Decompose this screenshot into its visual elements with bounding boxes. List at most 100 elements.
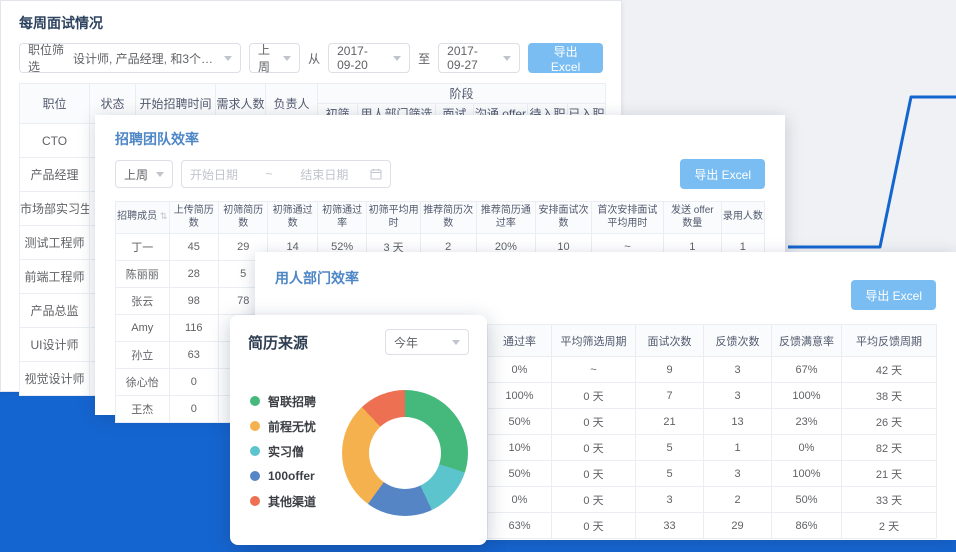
week-select-value: 上周 (258, 41, 275, 75)
end-date-value: 2017-09-27 (447, 44, 495, 72)
table-cell: 42 天 (842, 357, 937, 383)
chevron-down-icon (283, 56, 291, 61)
table-cell: 2 天 (842, 513, 937, 539)
table-cell: 5 (636, 461, 704, 487)
table-cell: 0 天 (552, 461, 636, 487)
year-select-value: 今年 (394, 334, 418, 351)
export-excel-button[interactable]: 导出 Excel (528, 43, 603, 73)
from-label: 从 (308, 50, 320, 67)
table-cell: 82 天 (842, 435, 937, 461)
sort-icon[interactable]: ⇅ (160, 211, 168, 221)
donut-chart (342, 390, 468, 516)
legend-item[interactable]: 实习僧 (250, 445, 316, 457)
legend-label: 前程无忧 (268, 418, 316, 435)
table-cell: 0 天 (552, 435, 636, 461)
legend-label: 实习僧 (268, 443, 304, 460)
column-header: 首次安排面试平均用时 (591, 202, 663, 234)
table-cell: 前端工程师 (20, 260, 90, 294)
legend-label: 其他渠道 (268, 493, 316, 510)
table-cell: 9 (636, 357, 704, 383)
table-cell: ~ (552, 357, 636, 383)
start-date-select[interactable]: 2017-09-20 (328, 43, 410, 73)
legend-dot (250, 446, 260, 456)
week-select-value: 上周 (124, 166, 148, 183)
table-cell: 0 天 (552, 513, 636, 539)
table-cell: 7 (636, 383, 704, 409)
column-header: 反馈次数 (704, 325, 772, 357)
table-cell: CTO (20, 124, 90, 158)
legend-dot (250, 496, 260, 506)
stage-group-header: 阶段 (318, 84, 606, 104)
column-header: 平均反馈周期 (842, 325, 937, 357)
calendar-icon (370, 168, 382, 180)
legend-item[interactable]: 智联招聘 (250, 395, 316, 407)
position-filter-select[interactable]: 职位筛选 设计师, 产品经理, 和3个其他职位 (19, 43, 241, 73)
end-date-placeholder: 结束日期 (300, 166, 348, 183)
column-header: 平均筛选周期 (552, 325, 636, 357)
column-header: 职位 (20, 84, 90, 124)
table-cell: 0 天 (552, 487, 636, 513)
table-cell: 50% (772, 487, 842, 513)
legend-label: 100offer (268, 469, 315, 483)
table-cell: 63% (488, 513, 552, 539)
chevron-down-icon (452, 340, 460, 345)
legend-label: 智联招聘 (268, 393, 316, 410)
chevron-down-icon (503, 56, 511, 61)
table-cell: 张云 (116, 288, 170, 315)
start-date-value: 2017-09-20 (337, 44, 385, 72)
week-select[interactable]: 上周 (249, 43, 300, 73)
column-header: 初筛平均用时 (367, 202, 421, 234)
chart-legend: 智联招聘 前程无忧 实习僧 100offer 其他渠道 (250, 395, 316, 520)
table-cell: 3 (704, 357, 772, 383)
table-cell: 3 (636, 487, 704, 513)
column-header: 安排面试次数 (536, 202, 592, 234)
table-cell: 67% (772, 357, 842, 383)
export-excel-button[interactable]: 导出 Excel (851, 280, 936, 310)
table-cell: 86% (772, 513, 842, 539)
table-cell: 徐心怡 (116, 369, 170, 396)
weekly-filter-bar: 职位筛选 设计师, 产品经理, 和3个其他职位 上周 从 2017-09-20 … (1, 41, 621, 83)
column-header: 通过率 (488, 325, 552, 357)
team-filter-bar: 上周 开始日期 ~ 结束日期 导出 Excel (95, 155, 785, 189)
legend-dot (250, 471, 260, 481)
table-cell: 13 (704, 409, 772, 435)
legend-dot (250, 421, 260, 431)
table-cell: 孙立 (116, 342, 170, 369)
chevron-down-icon (224, 56, 232, 61)
table-cell: 0 (169, 369, 218, 396)
table-cell: 产品总监 (20, 294, 90, 328)
column-header-sortable[interactable]: 招聘成员 ⇅ (116, 202, 170, 234)
table-cell: 28 (169, 261, 218, 288)
table-cell: 23% (772, 409, 842, 435)
dashboard-canvas: 每周面试情况 职位筛选 设计师, 产品经理, 和3个其他职位 上周 从 2017… (0, 0, 956, 552)
table-cell: 33 天 (842, 487, 937, 513)
table-cell: 3 (704, 383, 772, 409)
legend-item[interactable]: 100offer (250, 470, 316, 482)
table-cell: 38 天 (842, 383, 937, 409)
year-select[interactable]: 今年 (385, 329, 469, 355)
to-label: 至 (418, 50, 430, 67)
week-select[interactable]: 上周 (115, 160, 173, 188)
table-cell: 45 (169, 234, 218, 261)
table-cell: 100% (772, 383, 842, 409)
column-header: 反馈满意率 (772, 325, 842, 357)
start-date-placeholder: 开始日期 (190, 166, 238, 183)
end-date-select[interactable]: 2017-09-27 (438, 43, 520, 73)
column-header: 面试次数 (636, 325, 704, 357)
table-cell: Amy (116, 315, 170, 342)
table-cell: 0 天 (552, 409, 636, 435)
panel-resume-sources: 简历来源 今年 智联招聘 前程无忧 实习僧 100offer (230, 315, 487, 545)
table-cell: 5 (636, 435, 704, 461)
table-cell: 100% (772, 461, 842, 487)
legend-item[interactable]: 其他渠道 (250, 495, 316, 507)
export-excel-button[interactable]: 导出 Excel (680, 159, 765, 189)
table-cell: 50% (488, 409, 552, 435)
table-cell: 丁一 (116, 234, 170, 261)
column-header: 录用人数 (721, 202, 764, 234)
legend-item[interactable]: 前程无忧 (250, 420, 316, 432)
table-cell: 市场部实习生 (20, 192, 90, 226)
column-header: 推荐简历次数 (420, 202, 476, 234)
panel-title: 简历来源 (248, 332, 308, 353)
table-cell: 10% (488, 435, 552, 461)
date-range-picker[interactable]: 开始日期 ~ 结束日期 (181, 160, 391, 188)
